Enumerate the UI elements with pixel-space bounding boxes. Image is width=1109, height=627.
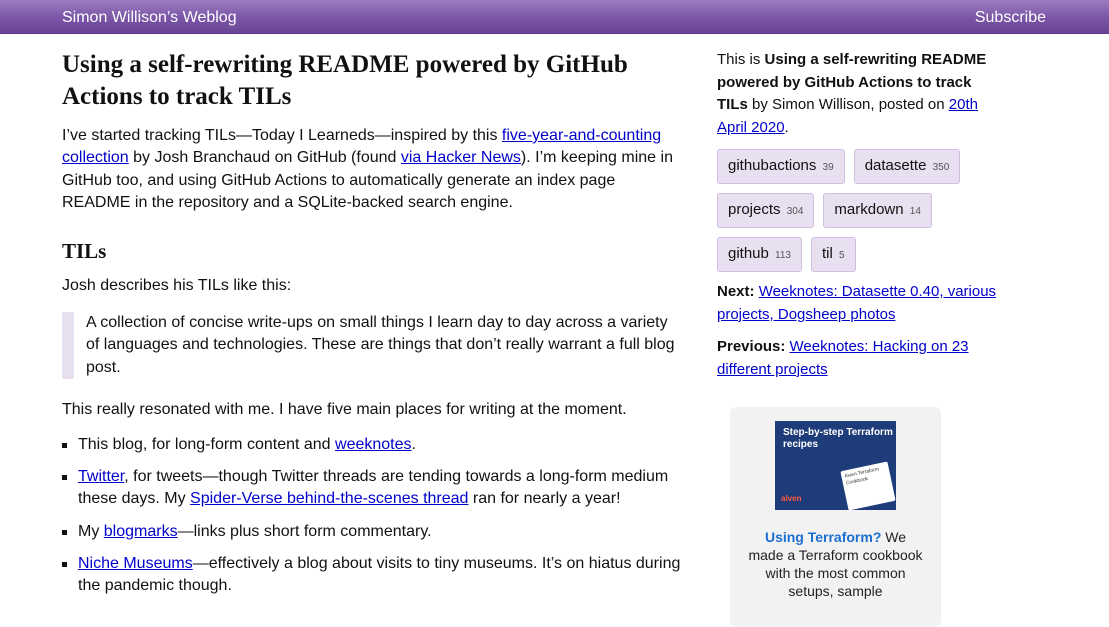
- tag-count: 350: [932, 162, 950, 173]
- tag-name: github: [728, 245, 769, 262]
- weeknotes-link[interactable]: weeknotes: [335, 436, 412, 453]
- quote-text: A collection of concise write-ups on sma…: [86, 313, 675, 376]
- bullet-1-text: This blog, for long-form content and: [78, 435, 336, 453]
- tag-githubactions[interactable]: githubactions 39: [717, 149, 845, 184]
- post-metadata: This is Using a self-rewriting README po…: [717, 49, 1002, 139]
- bullet-3-end: —links plus short form commentary.: [177, 522, 432, 540]
- list-item: Niche Museums—effectively a blog about v…: [62, 553, 684, 598]
- tag-list: githubactions 39 datasette 350 projects …: [717, 149, 987, 281]
- bullet-1-end: .: [411, 435, 416, 453]
- intro-text-1: I’ve started tracking TILs—Today I Learn…: [62, 127, 502, 144]
- sponsor-promo: Step-by-step Terraform recipes Aiven Ter…: [730, 407, 941, 627]
- tag-name: til: [822, 245, 833, 262]
- page-title: Using a self-rewriting README powered by…: [62, 51, 628, 110]
- top-bar: Simon Willison’s Weblog Subscribe: [0, 0, 1109, 34]
- by-line-text: by Simon Willison, posted on: [747, 96, 949, 113]
- tag-github[interactable]: github 113: [717, 237, 802, 272]
- hacker-news-link[interactable]: via Hacker News: [401, 149, 521, 166]
- blogmarks-link[interactable]: blogmarks: [104, 523, 178, 540]
- tag-name: githubactions: [728, 157, 817, 174]
- tag-count: 39: [822, 162, 834, 173]
- book-card: Aiven Terraform Cookbook: [840, 461, 896, 511]
- period-text: .: [784, 118, 789, 136]
- list-item: This blog, for long-form content and wee…: [62, 434, 684, 456]
- previous-post: Previous: Weeknotes: Hacking on 23 diffe…: [717, 336, 1002, 381]
- twitter-link[interactable]: Twitter: [78, 468, 124, 485]
- bullet-2-end: ran for nearly a year!: [468, 490, 621, 508]
- aiven-logo: aiven: [781, 493, 802, 503]
- tag-til[interactable]: til 5: [811, 237, 856, 272]
- intro-text-2: by Josh Branchaud on GitHub (found: [128, 149, 401, 167]
- list-item: My blogmarks—links plus short form comme…: [62, 521, 684, 543]
- next-post-link[interactable]: Weeknotes: Datasette 0.40, various proje…: [717, 283, 996, 323]
- writing-places-list: This blog, for long-form content and wee…: [62, 434, 684, 598]
- tag-count: 304: [786, 206, 804, 217]
- next-post: Next: Weeknotes: Datasette 0.40, various…: [717, 281, 1002, 326]
- tag-count: 113: [775, 250, 791, 261]
- blockquote: A collection of concise write-ups on sma…: [62, 311, 684, 380]
- tag-name: datasette: [864, 157, 927, 174]
- book-title: Step-by-step Terraform recipes: [783, 427, 893, 450]
- next-label: Next:: [717, 283, 755, 300]
- sidebar: This is Using a self-rewriting README po…: [717, 34, 1002, 627]
- tag-count: 5: [839, 250, 845, 261]
- niche-museums-link[interactable]: Niche Museums: [78, 555, 193, 572]
- josh-describes-text: Josh describes his TILs like this:: [62, 276, 292, 294]
- tag-count: 14: [909, 206, 921, 217]
- previous-label: Previous:: [717, 338, 786, 355]
- intro-paragraph: I’ve started tracking TILs—Today I Learn…: [62, 125, 684, 215]
- tag-name: markdown: [834, 201, 904, 218]
- list-item: Twitter, for tweets—though Twitter threa…: [62, 466, 684, 511]
- promo-text: Using Terraform? We made a Terraform coo…: [746, 528, 925, 600]
- tag-projects[interactable]: projects 304: [717, 193, 815, 228]
- this-is-text: This is: [717, 51, 765, 68]
- tag-markdown[interactable]: markdown 14: [823, 193, 932, 228]
- tag-datasette[interactable]: datasette 350: [853, 149, 961, 184]
- bullet-3-text: My: [78, 522, 104, 540]
- section-heading-tils: TILs: [62, 238, 107, 263]
- site-title-link[interactable]: Simon Willison’s Weblog: [62, 7, 237, 29]
- using-terraform-link[interactable]: Using Terraform?: [765, 529, 881, 545]
- terraform-cookbook-image[interactable]: Step-by-step Terraform recipes Aiven Ter…: [775, 421, 896, 511]
- resonated-text: This really resonated with me. I have fi…: [62, 401, 627, 419]
- subscribe-link[interactable]: Subscribe: [975, 7, 1046, 29]
- main-content: Using a self-rewriting README powered by…: [62, 34, 684, 608]
- tag-name: projects: [728, 201, 781, 218]
- spider-verse-thread-link[interactable]: Spider-Verse behind-the-scenes thread: [190, 490, 468, 507]
